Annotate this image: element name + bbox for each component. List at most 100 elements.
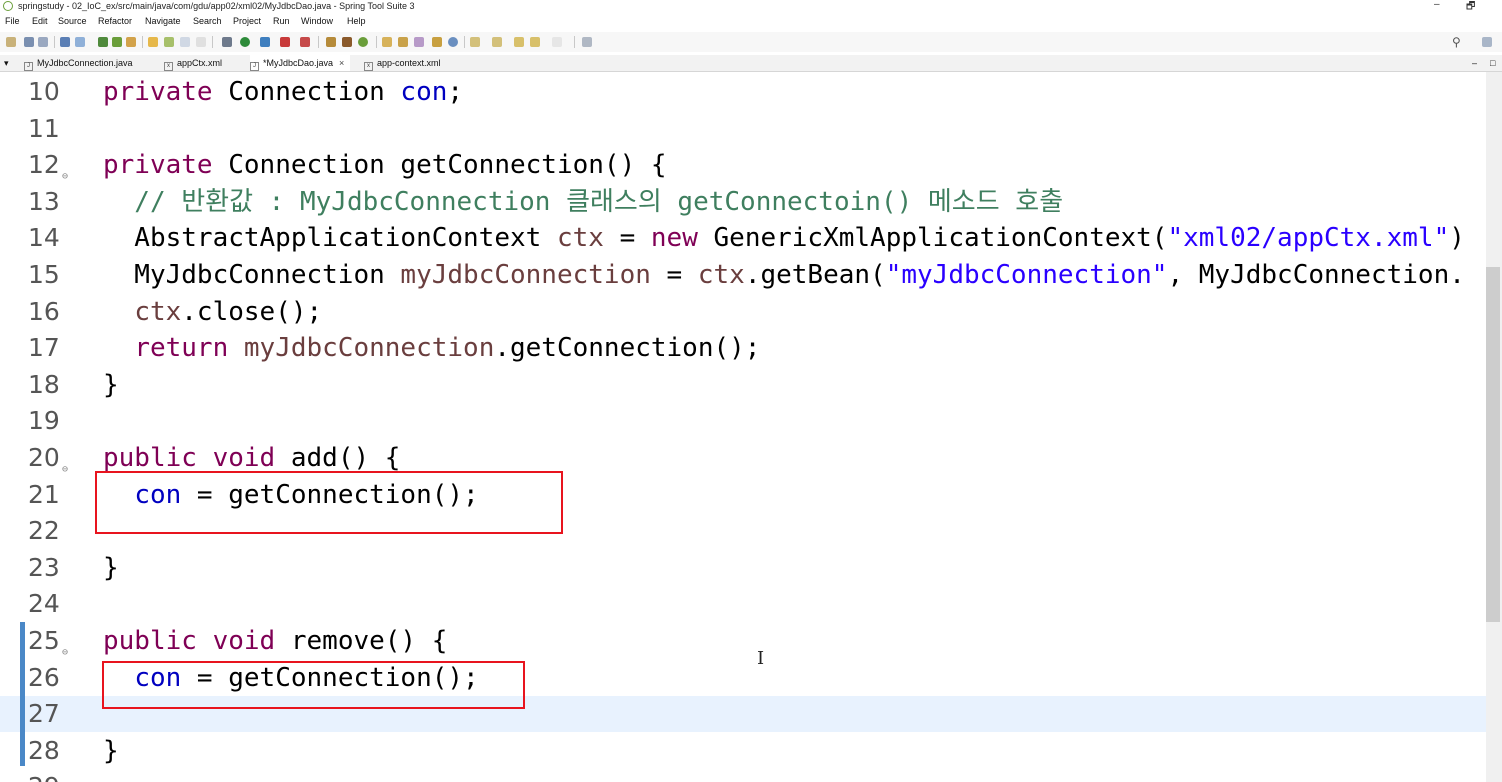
code-line[interactable]: 14 AbstractApplicationContext ctx = new … (0, 220, 1486, 256)
code-line[interactable]: 15 MyJdbcConnection myJdbcConnection = c… (0, 257, 1486, 293)
new-icon[interactable] (6, 37, 16, 47)
menu-run[interactable]: Run (273, 16, 290, 26)
code-line[interactable]: 16 ctx.close(); (0, 294, 1486, 330)
change-marker (20, 658, 25, 694)
line-number: 13 (28, 186, 60, 216)
search-icon[interactable]: ⚲ (1452, 35, 1461, 49)
line-number: 19 (28, 406, 60, 436)
code-token: } (103, 369, 119, 400)
close-tab-icon[interactable]: × (339, 58, 344, 68)
coverage-icon[interactable] (260, 37, 270, 47)
new-project-icon[interactable] (326, 37, 336, 47)
boot-dashboard-icon[interactable] (300, 37, 310, 47)
code-line[interactable]: 25 ⊖ public void remove() { (0, 623, 1486, 659)
new-class-icon[interactable] (342, 37, 352, 47)
new-spring-icon[interactable] (358, 37, 368, 47)
code-token: void (212, 626, 276, 656)
back-icon[interactable] (530, 37, 540, 47)
menu-file[interactable]: File (5, 16, 20, 26)
save-icon[interactable] (24, 37, 34, 47)
annotation-icon[interactable] (126, 37, 136, 47)
spring-icon[interactable] (98, 37, 108, 47)
code-token: void (212, 443, 276, 473)
code-line[interactable]: 10 private Connection con; (0, 74, 1486, 110)
code-token: AbstractApplicationContext (103, 223, 557, 254)
code-editor[interactable]: 10 private Connection con; 11 12 ⊖ private Co… (0, 72, 1486, 782)
show-whitespace-icon[interactable] (196, 37, 206, 47)
code-line[interactable]: 12 ⊖ private Connection getConnection() { (0, 147, 1486, 183)
search-tool-icon[interactable] (414, 37, 424, 47)
menu-refactor[interactable]: Refactor (98, 16, 132, 26)
open-type-icon[interactable] (382, 37, 392, 47)
tab-myjdbcdao[interactable]: J *MyJdbcDao.java × (250, 55, 351, 71)
code-token: MyJdbcConnection (103, 260, 401, 290)
open-resource-icon[interactable] (432, 37, 442, 47)
menu-source[interactable]: Source (58, 16, 87, 26)
code-text: } (103, 550, 119, 586)
tab-menu-icon[interactable]: ▾ (4, 55, 9, 71)
code-token: Connection (212, 77, 401, 107)
menu-project[interactable]: Project (233, 16, 261, 26)
line-number: 16 (28, 296, 60, 326)
open-perspective-icon[interactable] (1482, 37, 1492, 47)
code-token: private (103, 77, 213, 107)
tab-myjdbcconnection[interactable]: J MyJdbcConnection.java (24, 55, 133, 71)
menu-search[interactable]: Search (193, 16, 222, 26)
block-selection-icon[interactable] (180, 37, 190, 47)
code-token: ctx (556, 223, 604, 254)
menu-window[interactable]: Window (301, 16, 333, 26)
toggle-icon[interactable] (75, 37, 85, 47)
next-annotation-icon[interactable] (470, 37, 480, 47)
line-number: 15 (28, 260, 60, 289)
line-number: 17 (28, 333, 60, 363)
code-line[interactable]: 19 (0, 403, 1486, 439)
minimize-editor-icon[interactable]: – (1472, 55, 1477, 71)
code-line[interactable]: 11 (0, 111, 1486, 147)
change-marker (20, 694, 25, 730)
menu-edit[interactable]: Edit (32, 16, 48, 26)
console-icon[interactable] (60, 37, 70, 47)
web-browser-icon[interactable] (448, 37, 458, 47)
minimize-button[interactable]: – (1434, 0, 1440, 10)
code-text: AbstractApplicationContext ctx = new Gen… (103, 220, 1465, 256)
code-line[interactable]: 13 // 반환값 : MyJdbcConnection 클래스의 getCon… (0, 184, 1486, 220)
maximize-editor-icon[interactable]: □ (1490, 55, 1495, 71)
code-line[interactable]: 29 (0, 769, 1486, 782)
tab-app-context[interactable]: x app-context.xml (364, 55, 441, 71)
line-number: 14 (28, 223, 60, 253)
code-token: "myJdbcConnection" (885, 260, 1168, 290)
code-token: "xml02/appCtx.xml" (1167, 223, 1450, 254)
menu-help[interactable]: Help (347, 16, 366, 26)
code-line[interactable]: 28} (0, 733, 1486, 769)
code-token: ctx (134, 296, 182, 327)
last-edit-icon[interactable] (514, 37, 524, 47)
refresh-icon[interactable] (112, 37, 122, 47)
code-line[interactable]: 24 (0, 586, 1486, 622)
code-token: add() { (275, 443, 401, 473)
code-token: // 반환값 : MyJdbcConnection 클래스의 getConnec… (103, 186, 1064, 217)
code-text: private Connection getConnection() { (103, 147, 667, 183)
debug-icon[interactable] (222, 37, 232, 47)
mark-occurrences-icon[interactable] (148, 37, 158, 47)
code-line[interactable]: 23} (0, 550, 1486, 586)
forward-icon[interactable] (552, 37, 562, 47)
tab-appctx[interactable]: x appCtx.xml (164, 55, 222, 71)
toolbar-separator (376, 36, 377, 48)
code-token: GenericXmlApplicationContext( (697, 223, 1168, 254)
tab-label: app-context.xml (377, 58, 441, 68)
run-icon[interactable] (240, 37, 250, 47)
scrollbar-thumb[interactable] (1486, 267, 1500, 622)
toolbar-separator (54, 36, 55, 48)
code-line[interactable]: 17 return myJdbcConnection.getConnection… (0, 330, 1486, 366)
highlight-icon[interactable] (164, 37, 174, 47)
code-token: new (650, 223, 698, 254)
pin-editor-icon[interactable] (582, 37, 592, 47)
code-line[interactable]: 18} (0, 367, 1486, 403)
save-all-icon[interactable] (38, 37, 48, 47)
external-tools-icon[interactable] (280, 37, 290, 47)
menu-navigate[interactable]: Navigate (145, 16, 181, 26)
open-task-icon[interactable] (398, 37, 408, 47)
code-text: ctx.close(); (103, 294, 322, 330)
previous-annotation-icon[interactable] (492, 37, 502, 47)
vertical-scrollbar[interactable] (1486, 72, 1502, 782)
